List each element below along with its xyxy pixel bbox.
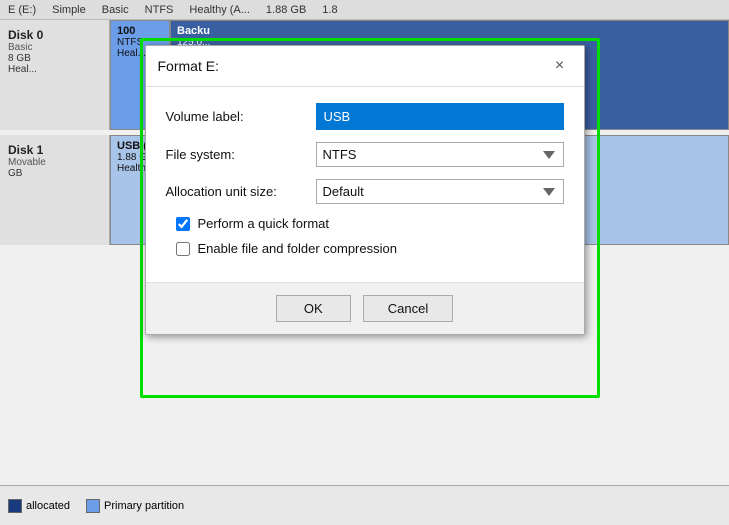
quick-format-row: Perform a quick format: [166, 216, 564, 231]
compression-label: Enable file and folder compression: [198, 241, 397, 256]
compression-row: Enable file and folder compression: [166, 241, 564, 256]
checkboxes-section: Perform a quick format Enable file and f…: [166, 216, 564, 256]
file-system-label: File system:: [166, 147, 316, 162]
file-system-select[interactable]: NTFS FAT32 exFAT: [316, 142, 564, 167]
modal-backdrop: Format E: × Volume label: File system: N…: [0, 0, 729, 525]
file-system-control: NTFS FAT32 exFAT: [316, 142, 564, 167]
quick-format-label: Perform a quick format: [198, 216, 330, 231]
modal-titlebar: Format E: ×: [146, 46, 584, 87]
quick-format-checkbox[interactable]: [176, 217, 190, 231]
allocation-unit-control: Default 512 1024 2048 4096: [316, 179, 564, 204]
volume-label-input[interactable]: [316, 103, 564, 130]
format-dialog: Format E: × Volume label: File system: N…: [145, 45, 585, 335]
allocation-unit-label: Allocation unit size:: [166, 184, 316, 199]
file-system-row: File system: NTFS FAT32 exFAT: [166, 142, 564, 167]
allocation-unit-select[interactable]: Default 512 1024 2048 4096: [316, 179, 564, 204]
close-button[interactable]: ×: [548, 54, 572, 78]
cancel-button[interactable]: Cancel: [363, 295, 453, 322]
modal-title: Format E:: [158, 58, 219, 74]
modal-footer: OK Cancel: [146, 282, 584, 334]
compression-checkbox[interactable]: [176, 242, 190, 256]
ok-button[interactable]: OK: [276, 295, 351, 322]
modal-body: Volume label: File system: NTFS FAT32 ex…: [146, 87, 584, 282]
volume-label-row: Volume label:: [166, 103, 564, 130]
volume-label-control: [316, 103, 564, 130]
allocation-unit-row: Allocation unit size: Default 512 1024 2…: [166, 179, 564, 204]
volume-label-label: Volume label:: [166, 109, 316, 124]
